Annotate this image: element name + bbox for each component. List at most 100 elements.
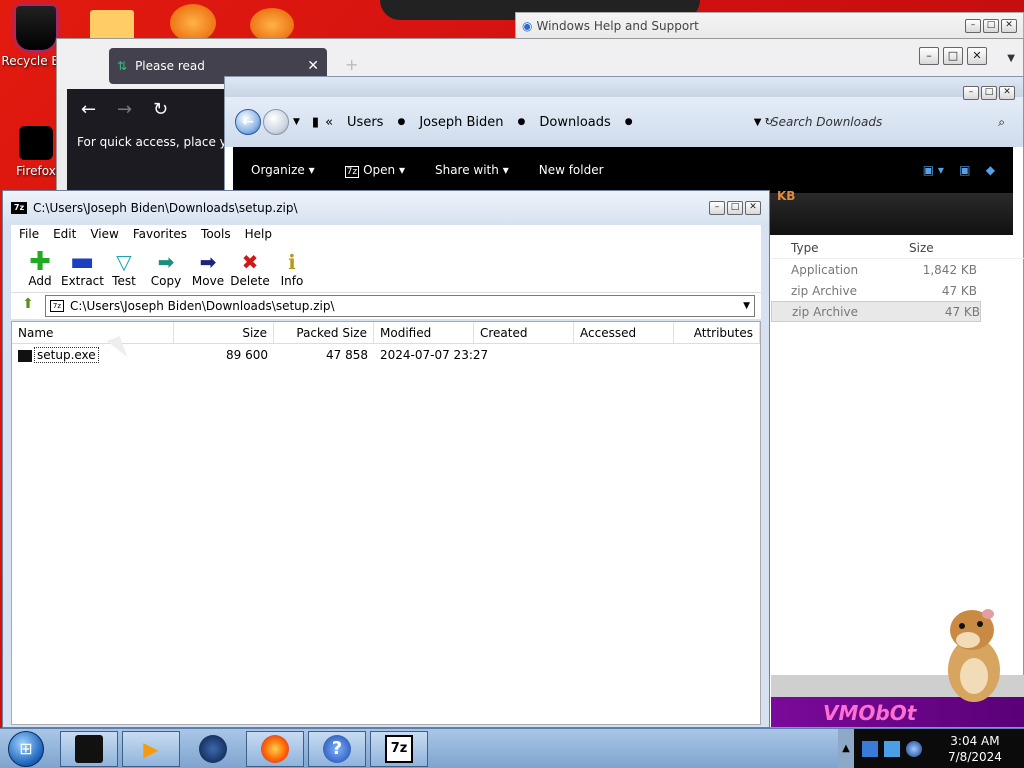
taskbar-help[interactable]: ? [308, 730, 366, 767]
explorer-toolbar: Organize ▾ 7z Open ▾ Share with ▾ New fol… [233, 147, 1013, 193]
app-desktop-icon[interactable] [250, 8, 294, 42]
list-item-selected[interactable]: zip Archive 47 KB [771, 301, 981, 322]
item-size: 47 KB [941, 283, 977, 298]
open-button[interactable]: 7z Open ▾ [344, 163, 405, 178]
path-combobox[interactable]: 7z C:\Users\Joseph Biden\Downloads\setup… [45, 295, 755, 317]
add-button[interactable]: ✚ Add [19, 249, 61, 288]
minimize-button[interactable]: – [919, 47, 939, 65]
minimize-button[interactable]: – [965, 19, 981, 33]
7zip-icon: 7z [385, 734, 413, 763]
path-value: C:\Users\Joseph Biden\Downloads\setup.zi… [70, 299, 335, 313]
tray-network-icon[interactable] [862, 741, 878, 757]
menu-edit[interactable]: Edit [53, 227, 76, 241]
tray-volume-icon[interactable] [906, 741, 922, 757]
system-tray: ▲ 3:04 AM 7/8/2024 [838, 729, 1024, 768]
forward-arrow-icon[interactable]: → [117, 99, 132, 120]
info-button[interactable]: ℹ Info [271, 250, 313, 288]
list-item[interactable]: zip Archive 47 KB [771, 280, 1024, 301]
column-accessed[interactable]: Accessed [574, 322, 674, 343]
maximize-button[interactable]: □ [943, 47, 963, 65]
taskbar-7zip[interactable]: 7z [370, 730, 428, 767]
column-modified[interactable]: Modified [374, 322, 474, 343]
delete-button[interactable]: ✖ Delete [229, 250, 271, 288]
forward-button[interactable] [263, 109, 289, 135]
extract-button[interactable]: ▬ Extract [61, 249, 104, 288]
firefox-content: ← → ↻ For quick access, place your [67, 89, 247, 199]
move-button[interactable]: ➡ Move [187, 250, 229, 288]
copy-arrow-icon: ➡ [157, 250, 175, 274]
breadcrumb-downloads[interactable]: Downloads [539, 115, 610, 130]
move-label: Move [191, 274, 225, 288]
breadcrumb-separator-icon[interactable]: ● [518, 117, 526, 127]
cell-packed-size: 47 858 [326, 348, 368, 362]
maximize-button[interactable]: □ [981, 86, 997, 100]
taskbar-globe[interactable] [184, 731, 242, 767]
firefox-icon [261, 734, 289, 763]
column-name[interactable]: Name [12, 322, 174, 343]
column-packed-size[interactable]: Packed Size [274, 322, 374, 343]
item-type: Application [791, 262, 859, 277]
menu-favorites[interactable]: Favorites [133, 227, 187, 241]
close-button[interactable]: ✕ [967, 47, 987, 65]
breadcrumb-separator-icon[interactable]: ● [397, 117, 405, 127]
file-list-header: Name Size Packed Size Modified Created A… [12, 322, 760, 344]
recent-dropdown-icon[interactable]: ▼ [293, 117, 300, 127]
reload-icon[interactable]: ↻ [153, 99, 168, 120]
close-button[interactable]: ✕ [1001, 19, 1017, 33]
help-icon: ◉ [522, 19, 533, 33]
back-button[interactable]: ← [235, 109, 261, 135]
minimize-button[interactable]: – [709, 201, 725, 215]
taskbar-explorer[interactable] [60, 730, 118, 767]
start-button[interactable]: ⊞ [6, 729, 46, 768]
clock[interactable]: 3:04 AM 7/8/2024 [948, 733, 1002, 765]
column-type[interactable]: Type [771, 241, 891, 255]
maximize-button[interactable]: □ [983, 19, 999, 33]
menu-file[interactable]: File [19, 227, 39, 241]
organize-label: Organize [251, 163, 305, 177]
taskbar-firefox[interactable] [246, 730, 304, 767]
breadcrumb-joseph-biden[interactable]: Joseph Biden [419, 115, 503, 130]
share-with-label: Share with [434, 163, 499, 177]
tray-monitor-icon[interactable] [884, 741, 900, 757]
help-titlebar: ◉ Windows Help and Support – □ ✕ [516, 13, 1023, 39]
firefox-desktop-icon[interactable] [170, 4, 216, 42]
back-arrow-icon[interactable]: ← [81, 99, 96, 120]
list-item[interactable]: Application 1,842 KB [771, 259, 1024, 280]
view-options-icon[interactable]: ▣ ▾ ▣ ◆ [923, 163, 995, 177]
breadcrumb-separator-icon[interactable]: ● [625, 117, 633, 127]
7zip-window[interactable]: 7z C:\Users\Joseph Biden\Downloads\setup… [2, 190, 770, 728]
taskbar-media-player[interactable]: ▶ [122, 730, 180, 767]
new-tab-icon[interactable]: + [345, 55, 358, 74]
breadcrumb-users[interactable]: Users [347, 115, 383, 130]
show-hidden-icons-icon[interactable]: ▲ [838, 729, 854, 768]
column-size[interactable]: Size [174, 322, 274, 343]
minimize-button[interactable]: – [963, 86, 979, 100]
close-button[interactable]: ✕ [999, 86, 1015, 100]
share-with-button[interactable]: Share with ▾ [435, 163, 509, 177]
column-attributes[interactable]: Attributes [674, 322, 760, 343]
item-size: 47 KB [944, 304, 980, 319]
search-icon[interactable]: ⌕ [998, 115, 1005, 130]
new-folder-button[interactable]: New folder [539, 163, 604, 177]
close-button[interactable]: ✕ [745, 201, 761, 215]
cell-name: setup.exe [12, 347, 174, 363]
organize-button[interactable]: Organize ▾ [251, 163, 315, 177]
globe-icon [199, 734, 227, 763]
up-folder-button[interactable]: ⬆ [17, 296, 39, 316]
chevron-down-icon[interactable]: ▼ [1007, 53, 1015, 64]
copy-button[interactable]: ➡ Copy [145, 250, 187, 288]
menu-tools[interactable]: Tools [201, 227, 231, 241]
file-name[interactable]: setup.exe [34, 347, 99, 363]
info-label: Info [280, 274, 304, 288]
column-created[interactable]: Created [474, 322, 574, 343]
test-button[interactable]: ▽ Test [103, 250, 145, 288]
column-size[interactable]: Size [891, 241, 977, 255]
search-input[interactable]: Search Downloads [771, 115, 1021, 129]
chevron-down-icon[interactable]: ▼ [743, 301, 750, 311]
maximize-button[interactable]: □ [727, 201, 743, 215]
menu-help[interactable]: Help [245, 227, 272, 241]
folder-icon[interactable] [90, 10, 134, 40]
menu-view[interactable]: View [90, 227, 118, 241]
copy-label: Copy [150, 274, 182, 288]
tab-close-icon[interactable]: ✕ [307, 58, 319, 74]
